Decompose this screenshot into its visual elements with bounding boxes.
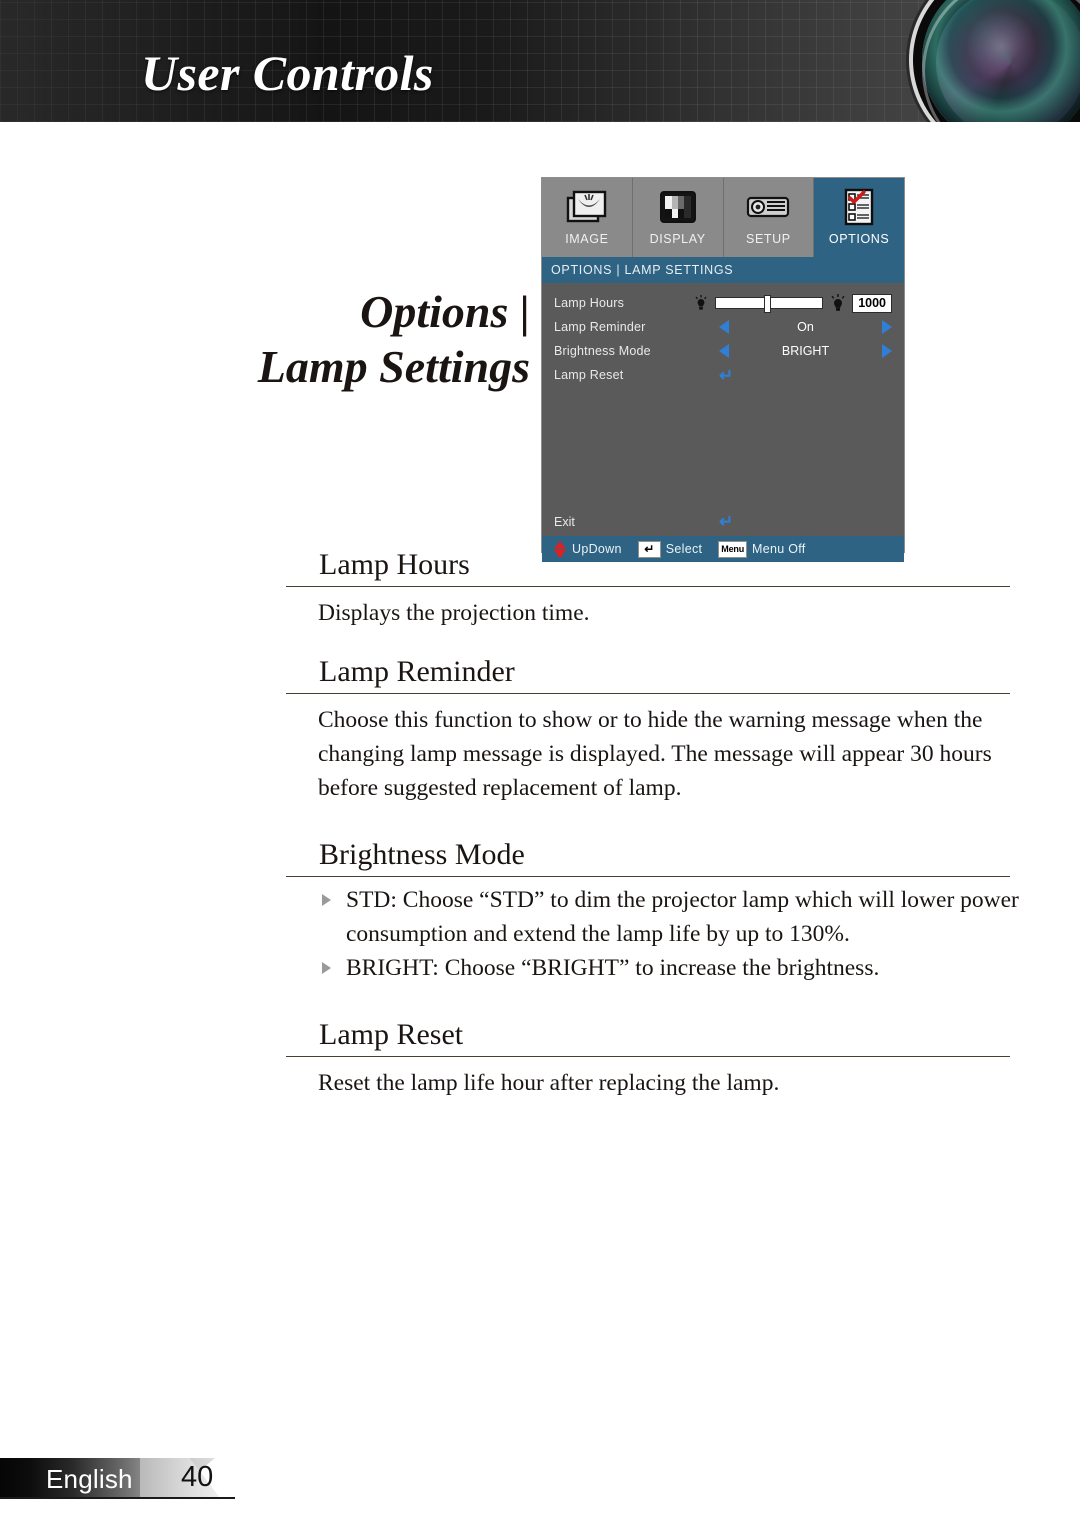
slider-thumb[interactable]	[763, 295, 771, 313]
list-item: STD: Choose “STD” to dim the projector l…	[318, 883, 1024, 951]
footer-rule	[0, 1497, 235, 1499]
osd-row-brightness-mode[interactable]: Brightness Mode BRIGHT	[542, 339, 904, 363]
chevron-right-icon[interactable]	[882, 344, 892, 358]
osd-tab-image[interactable]: IMAGE	[542, 178, 633, 257]
section-heading: Brightness Mode	[286, 836, 1010, 877]
osd-row-exit[interactable]: Exit ↵	[542, 513, 904, 530]
osd-row-label: Lamp Hours	[554, 296, 625, 310]
content-body: Lamp Hours Displays the projection time.…	[0, 546, 1080, 1100]
osd-tab-label: SETUP	[746, 232, 791, 246]
osd-exit-label: Exit	[554, 514, 575, 529]
section-heading: Lamp Reset	[286, 1016, 1010, 1057]
brightness-mode-value: BRIGHT	[781, 344, 830, 358]
test-pattern-icon	[659, 185, 697, 229]
lamp-hours-value: 1000	[852, 293, 892, 313]
enter-arrow-icon[interactable]: ↵	[719, 367, 733, 384]
section-lamp-reminder: Lamp Reminder Choose this function to sh…	[0, 653, 1080, 805]
chevron-right-icon[interactable]	[882, 320, 892, 334]
chevron-left-icon[interactable]	[719, 320, 729, 334]
section-title-line1: Options |	[360, 286, 530, 337]
page-title: User Controls	[141, 45, 434, 101]
section-lamp-hours: Lamp Hours Displays the projection time.	[0, 546, 1080, 630]
section-brightness-mode: Brightness Mode STD: Choose “STD” to dim…	[0, 836, 1080, 985]
list-item-text: STD: Choose “STD” to dim the projector l…	[346, 887, 1019, 947]
checklist-icon	[843, 185, 875, 229]
osd-tab-bar: IMAGE DISPLAY SETUP OPTIONS	[542, 178, 904, 257]
page-header: User Controls	[0, 0, 1080, 122]
osd-tab-label: OPTIONS	[828, 232, 890, 246]
bullet-list: STD: Choose “STD” to dim the projector l…	[318, 877, 1024, 985]
osd-row-label: Lamp Reminder	[554, 320, 646, 334]
projector-side-icon	[746, 185, 790, 229]
footer-language-label: English	[46, 1464, 133, 1494]
section-heading: Lamp Reminder	[286, 653, 1010, 694]
triangle-bullet-icon	[322, 962, 331, 974]
osd-row-label: Lamp Reset	[554, 368, 624, 382]
osd-tab-setup[interactable]: SETUP	[723, 178, 815, 257]
chevron-left-icon[interactable]	[719, 344, 729, 358]
osd-row-lamp-reminder[interactable]: Lamp Reminder On	[542, 315, 904, 339]
osd-breadcrumb-label: OPTIONS | LAMP SETTINGS	[551, 263, 734, 277]
section-title: Options | Lamp Settings	[100, 284, 530, 394]
section-title-line2: Lamp Settings	[257, 341, 530, 392]
osd-row-label: Brightness Mode	[554, 344, 651, 358]
list-item-text: BRIGHT: Choose “BRIGHT” to increase the …	[346, 955, 880, 981]
list-item: BRIGHT: Choose “BRIGHT” to increase the …	[318, 951, 1024, 985]
projector-lens-icon	[880, 0, 1080, 122]
osd-tab-display[interactable]: DISPLAY	[632, 178, 724, 257]
osd-breadcrumb: OPTIONS | LAMP SETTINGS	[542, 257, 904, 283]
osd-row-lamp-hours[interactable]: Lamp Hours 1000	[542, 291, 904, 315]
lamp-hours-slider[interactable]	[715, 295, 824, 313]
section-paragraph: Displays the projection time.	[318, 600, 590, 626]
osd-tab-label: IMAGE	[565, 232, 609, 246]
section-lamp-reset: Lamp Reset Reset the lamp life hour afte…	[0, 1016, 1080, 1100]
enter-arrow-icon[interactable]: ↵	[719, 513, 733, 530]
lamp-reminder-value: On	[797, 320, 814, 334]
page-number: 40	[181, 1461, 214, 1493]
lamp-small-icon	[695, 294, 707, 310]
page-footer: English 40	[0, 1458, 260, 1502]
osd-row-lamp-reset[interactable]: Lamp Reset ↵	[542, 363, 904, 387]
section-paragraph: Reset the lamp life hour after replacing…	[318, 1070, 780, 1096]
image-stack-icon	[566, 185, 608, 229]
section-paragraph: Choose this function to show or to hide …	[318, 707, 992, 801]
osd-tab-options[interactable]: OPTIONS	[814, 178, 904, 257]
lamp-large-icon	[831, 293, 845, 311]
triangle-bullet-icon	[322, 894, 331, 906]
osd-menu-list: Lamp Hours 1000 Lamp Reminder On Brightn…	[542, 283, 904, 536]
osd-tab-label: DISPLAY	[649, 232, 706, 246]
section-heading: Lamp Hours	[286, 546, 1010, 587]
osd-menu-screenshot: IMAGE DISPLAY SETUP OPTIONS OPTIONS | LA…	[541, 177, 905, 562]
